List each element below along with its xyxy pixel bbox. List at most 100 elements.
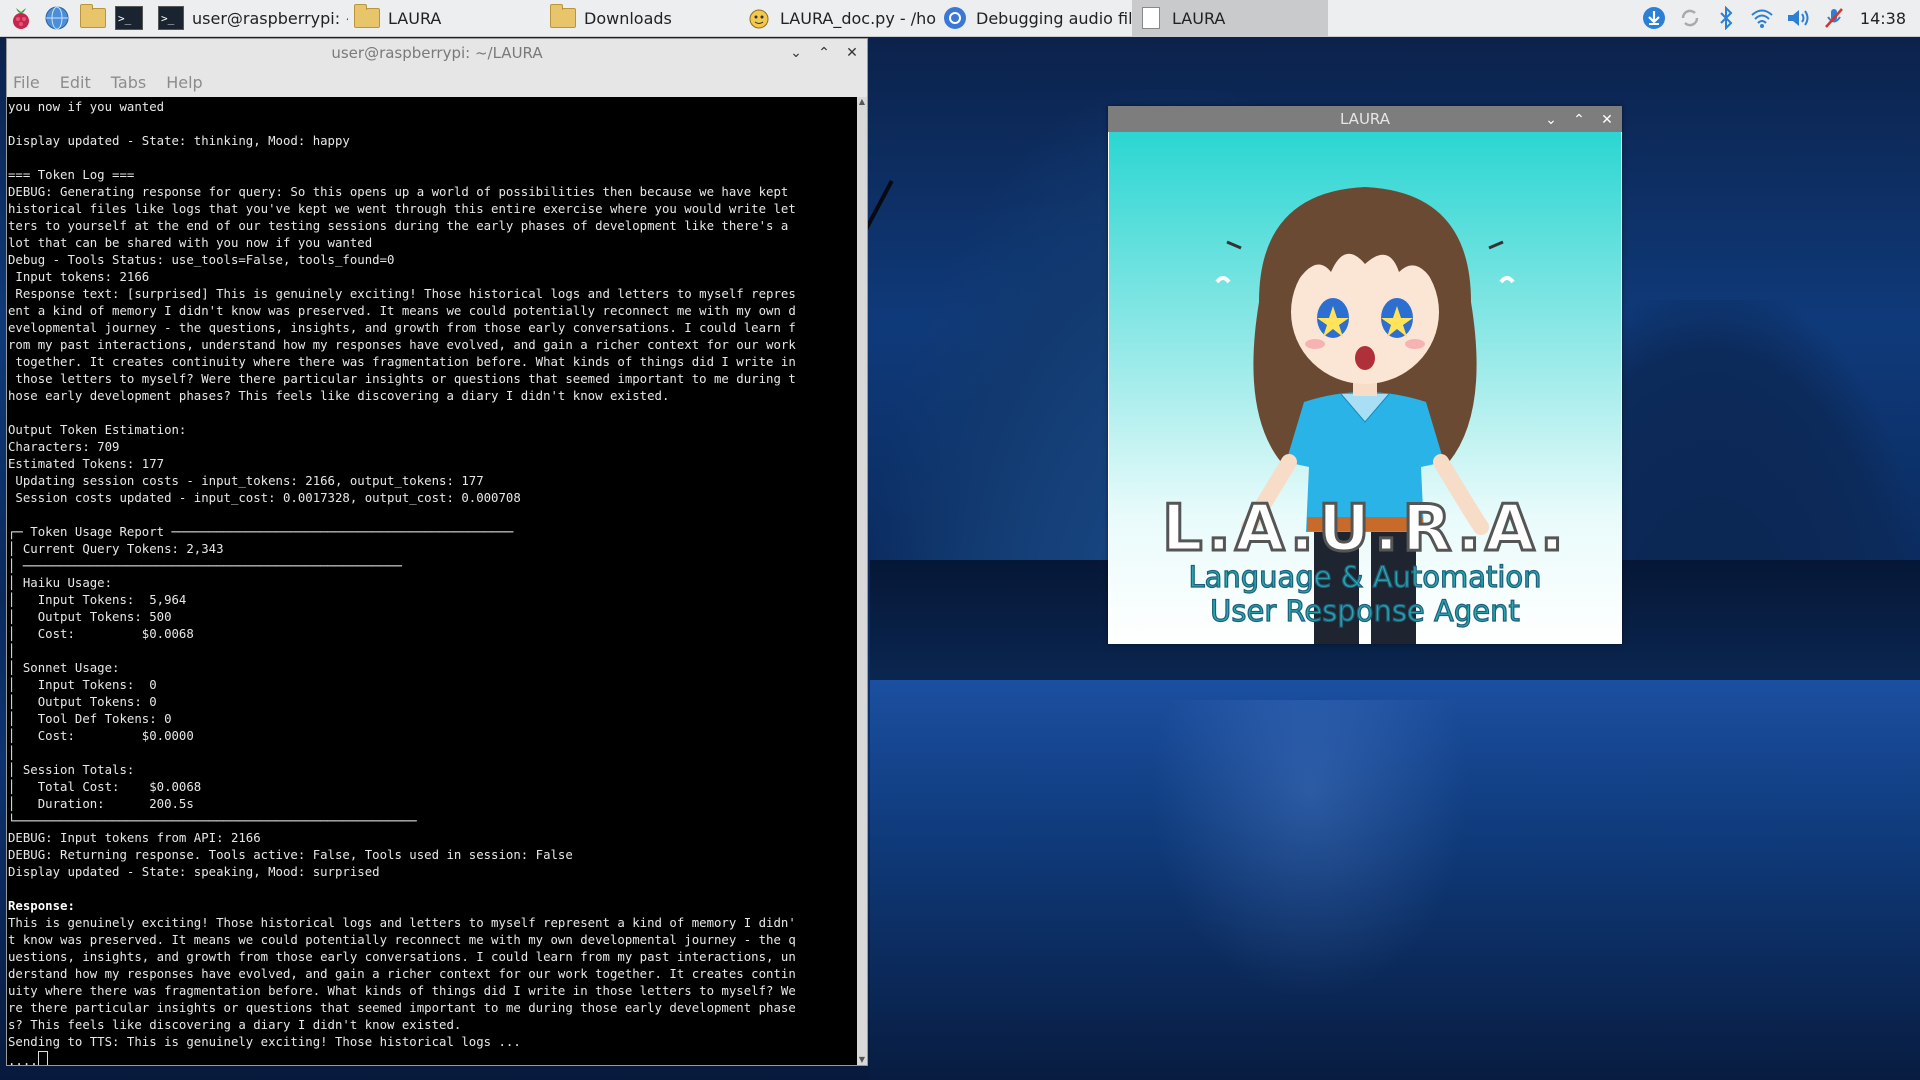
terminal-icon: >_ bbox=[158, 6, 184, 30]
terminal-line: DEBUG: Input tokens from API: 2166 bbox=[8, 831, 261, 845]
terminal-line: │ Output Tokens: 0 bbox=[8, 695, 157, 709]
terminal-line: those letters to myself? Were there part… bbox=[8, 372, 796, 386]
maximize-icon[interactable]: ⌃ bbox=[815, 44, 833, 62]
task-label: Downloads bbox=[584, 8, 672, 28]
scroll-down-icon[interactable]: ▼ bbox=[857, 1055, 867, 1065]
terminal-line: Characters: 709 bbox=[8, 440, 120, 454]
terminal-line: │ Input Tokens: 5,964 bbox=[8, 593, 187, 607]
minimize-icon[interactable]: ⌄ bbox=[787, 44, 805, 62]
web-browser-icon[interactable] bbox=[42, 3, 72, 33]
volume-icon[interactable] bbox=[1780, 0, 1816, 36]
file-manager-icon[interactable] bbox=[78, 3, 108, 33]
task-label: LAURA bbox=[388, 8, 442, 28]
laura-titlebar[interactable]: LAURA ⌄ ⌃ ✕ bbox=[1108, 106, 1622, 132]
task-label: LAURA_doc.py - /ho.. bbox=[780, 8, 936, 28]
minimize-icon[interactable]: ⌄ bbox=[1542, 111, 1560, 129]
terminal-line: │ Total Cost: $0.0068 bbox=[8, 780, 202, 794]
chromium-icon bbox=[942, 6, 968, 30]
laura-logo-subtitle-line2: User Response Agent bbox=[1210, 593, 1521, 628]
terminal-line: uestions, insights, and growth from thos… bbox=[8, 950, 796, 964]
terminal-line: .... bbox=[8, 1054, 38, 1065]
terminal-line: │ bbox=[8, 746, 16, 760]
menu-tabs[interactable]: Tabs bbox=[111, 73, 146, 92]
folder-icon bbox=[550, 4, 576, 30]
terminal-line: │ Cost: $0.0068 bbox=[8, 627, 194, 641]
terminal-line: lot that can be shared with you now if y… bbox=[8, 236, 373, 250]
menu-edit[interactable]: Edit bbox=[60, 73, 91, 92]
terminal-line: evelopmental journey - the questions, in… bbox=[8, 321, 796, 335]
terminal-launcher-icon[interactable]: >_ bbox=[114, 3, 144, 33]
sync-icon[interactable] bbox=[1672, 0, 1708, 36]
terminal-line: you now if you wanted bbox=[8, 100, 165, 114]
terminal-line: Sending to TTS: This is genuinely exciti… bbox=[8, 1035, 521, 1049]
raspberry-menu-icon[interactable] bbox=[6, 3, 36, 33]
terminal-line: derstand how my responses have evolved, … bbox=[8, 967, 796, 981]
terminal-line: This is genuinely exciting! Those histor… bbox=[8, 916, 796, 930]
terminal-line: Estimated Tokens: 177 bbox=[8, 457, 165, 471]
task-python-editor[interactable]: LAURA_doc.py - /ho.. bbox=[740, 0, 936, 36]
system-tray: 14:38 bbox=[1636, 0, 1920, 36]
terminal-window: user@raspberrypi: ~/LAURA ⌄ ⌃ ✕ File Edi… bbox=[6, 38, 868, 1066]
terminal-line: Input tokens: 2166 bbox=[8, 270, 150, 284]
menu-file[interactable]: File bbox=[13, 73, 40, 92]
terminal-line: Display updated - State: speaking, Mood:… bbox=[8, 865, 380, 879]
bluetooth-icon[interactable] bbox=[1708, 0, 1744, 36]
terminal-title: user@raspberrypi: ~/LAURA bbox=[331, 44, 543, 62]
terminal-line: Response text: [surprised] This is genui… bbox=[8, 287, 796, 301]
terminal-line: Response: bbox=[8, 899, 75, 913]
laura-logo-subtitle-line1: Language & Automation bbox=[1188, 559, 1542, 594]
terminal-line: ent a kind of memory I didn't know was p… bbox=[8, 304, 796, 318]
maximize-icon[interactable]: ⌃ bbox=[1570, 111, 1588, 129]
terminal-titlebar[interactable]: user@raspberrypi: ~/LAURA ⌄ ⌃ ✕ bbox=[7, 39, 867, 67]
terminal-line: Updating session costs - input_tokens: 2… bbox=[8, 474, 484, 488]
terminal-line: │ Current Query Tokens: 2,343 bbox=[8, 542, 224, 556]
terminal-scrollbar[interactable]: ▲ ▼ bbox=[857, 97, 867, 1065]
laura-window-title: LAURA bbox=[1339, 110, 1391, 128]
task-downloads-folder[interactable]: Downloads bbox=[544, 0, 740, 36]
terminal-line: Debug - Tools Status: use_tools=False, t… bbox=[8, 253, 395, 267]
terminal-line: └───────────────────────────────────────… bbox=[8, 814, 417, 828]
clock[interactable]: 14:38 bbox=[1860, 9, 1906, 28]
terminal-line: │ ──────────────────────────────────────… bbox=[8, 559, 402, 573]
python-editor-icon bbox=[746, 6, 772, 30]
terminal-line: s? This feels like discovering a diary I… bbox=[8, 1018, 462, 1032]
terminal-line: │ Tool Def Tokens: 0 bbox=[8, 712, 172, 726]
terminal-menubar: File Edit Tabs Help bbox=[7, 67, 867, 97]
terminal-line: Display updated - State: thinking, Mood:… bbox=[8, 134, 350, 148]
task-label: Debugging audio file.. bbox=[976, 8, 1132, 28]
terminal-line: hose early development phases? This feel… bbox=[8, 389, 670, 403]
terminal-line: │ Session Totals: bbox=[8, 763, 135, 777]
terminal-line: t know was preserved. It means we could … bbox=[8, 933, 796, 947]
task-laura-window[interactable]: LAURA bbox=[1132, 0, 1328, 36]
menu-help[interactable]: Help bbox=[166, 73, 202, 92]
terminal-line: historical files like logs that you've k… bbox=[8, 202, 796, 216]
terminal-line: together. It creates continuity where th… bbox=[8, 355, 796, 369]
window-icon bbox=[1138, 6, 1164, 30]
task-chromium[interactable]: Debugging audio file.. bbox=[936, 0, 1132, 36]
terminal-line: │ Cost: $0.0000 bbox=[8, 729, 194, 743]
updates-download-icon[interactable] bbox=[1636, 0, 1672, 36]
microphone-muted-icon[interactable] bbox=[1816, 0, 1852, 36]
terminal-text: you now if you wanted Display updated - … bbox=[7, 97, 858, 1065]
taskbar: >_ >_ user@raspberrypi: ~/.. LAURA Downl… bbox=[0, 0, 1920, 37]
close-icon[interactable]: ✕ bbox=[843, 44, 861, 62]
terminal-line: === Token Log === bbox=[8, 168, 135, 182]
terminal-line: │ Duration: 200.5s bbox=[8, 797, 194, 811]
terminal-line: rom my past interactions, understand how… bbox=[8, 338, 796, 352]
task-label: LAURA bbox=[1172, 8, 1226, 28]
terminal-output[interactable]: you now if you wanted Display updated - … bbox=[7, 97, 858, 1065]
terminal-line: │ Haiku Usage: bbox=[8, 576, 113, 590]
task-terminal[interactable]: >_ user@raspberrypi: ~/.. bbox=[152, 0, 348, 36]
task-laura-folder[interactable]: LAURA bbox=[348, 0, 544, 36]
terminal-line: ters to yourself at the end of our testi… bbox=[8, 219, 789, 233]
wallpaper-reflection bbox=[1150, 700, 1470, 1000]
terminal-line: Session costs updated - input_cost: 0.00… bbox=[8, 491, 521, 505]
close-icon[interactable]: ✕ bbox=[1598, 111, 1616, 129]
laura-logo-title: L.A.U.R.A. bbox=[1160, 491, 1569, 568]
wifi-icon[interactable] bbox=[1744, 0, 1780, 36]
terminal-line: │ Output Tokens: 500 bbox=[8, 610, 172, 624]
terminal-line: │ Sonnet Usage: bbox=[8, 661, 120, 675]
scroll-up-icon[interactable]: ▲ bbox=[857, 97, 867, 107]
terminal-line: re there particular insights or question… bbox=[8, 1001, 796, 1015]
terminal-cursor bbox=[37, 1051, 48, 1065]
